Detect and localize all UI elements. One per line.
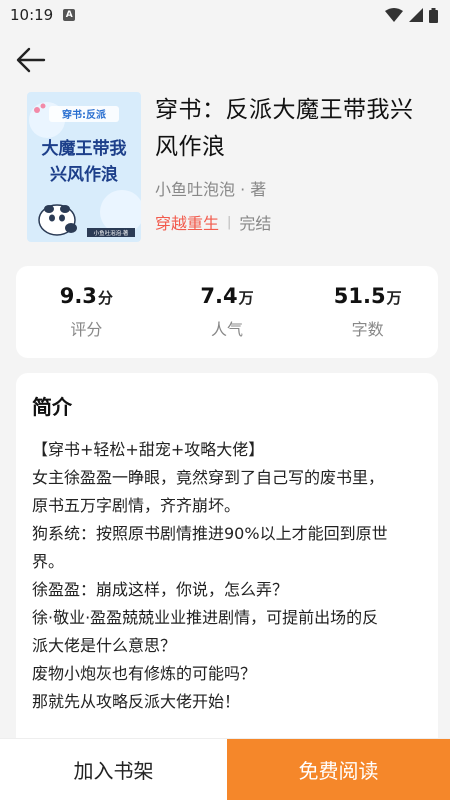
status-bar: 10:19 A xyxy=(0,0,450,30)
stat-popularity: 7.4万 人气 xyxy=(157,284,298,340)
synopsis-heading: 简介 xyxy=(32,395,72,419)
book-author[interactable]: 小鱼吐泡泡 · 著 xyxy=(155,176,434,200)
free-read-button[interactable]: 免费阅读 xyxy=(227,739,450,800)
synopsis-line: 派大佬是什么意思？ xyxy=(32,636,177,655)
tag-separator: | xyxy=(227,214,232,230)
back-arrow-icon xyxy=(16,47,46,73)
back-button[interactable] xyxy=(14,43,48,77)
synopsis-line: 徐盈盈：崩成这样，你说，怎么弄？ xyxy=(32,580,289,599)
popularity-label: 人气 xyxy=(211,320,244,339)
add-to-shelf-button[interactable]: 加入书架 xyxy=(0,739,227,800)
rating-label: 评分 xyxy=(70,320,103,339)
synopsis-line: 女主徐盈盈一睁眼，竟然穿到了自己写的废书里， xyxy=(32,468,385,487)
word-count-value: 51.5 xyxy=(333,284,386,308)
notification-icon: A xyxy=(63,9,76,21)
status-time: 10:19 xyxy=(10,6,54,24)
battery-icon xyxy=(429,7,438,23)
wifi-icon xyxy=(385,8,403,22)
synopsis-line: 界。 xyxy=(32,552,65,571)
book-header: 穿书:反派 大魔王带我 兴风作浪 小鱼吐泡泡·著 穿书：反派大魔王带我兴风作浪 … xyxy=(0,90,450,250)
word-count-label: 字数 xyxy=(351,320,384,339)
synopsis-line: 那就先从攻略反派大佬开始！ xyxy=(32,692,241,711)
word-count-unit: 万 xyxy=(386,289,402,307)
cover-main-line1: 大魔王带我 xyxy=(42,138,127,159)
synopsis-line: 【穿书+轻松+甜宠+攻略大佬】 xyxy=(32,440,265,459)
bottom-action-bar: 加入书架 免费阅读 xyxy=(0,738,450,800)
status-tag: 完结 xyxy=(239,214,272,233)
cover-author-text: 小鱼吐泡泡·著 xyxy=(94,229,129,237)
book-tags: 穿越重生 | 完结 xyxy=(155,210,434,234)
stat-word-count: 51.5万 字数 xyxy=(297,284,438,340)
stats-card: 9.3分 评分 7.4万 人气 51.5万 字数 xyxy=(16,266,438,358)
popularity-unit: 万 xyxy=(238,289,254,307)
cover-top-text: 穿书:反派 xyxy=(62,108,107,121)
rating-value: 9.3 xyxy=(59,284,97,308)
cover-illustration: 穿书:反派 大魔王带我 兴风作浪 小鱼吐泡泡·著 xyxy=(27,92,141,242)
synopsis-line: 原书五万字剧情，齐齐崩坏。 xyxy=(32,496,241,515)
book-cover[interactable]: 穿书:反派 大魔王带我 兴风作浪 小鱼吐泡泡·著 xyxy=(27,92,141,242)
synopsis-card: 简介 【穿书+轻松+甜宠+攻略大佬】 女主徐盈盈一睁眼，竟然穿到了自己写的废书里… xyxy=(16,373,438,753)
popularity-value: 7.4 xyxy=(200,284,238,308)
synopsis-line: 废物小炮灰也有修炼的可能吗？ xyxy=(32,664,257,683)
signal-icon xyxy=(409,8,423,22)
synopsis-line: 狗系统：按照原书剧情推进90%以上才能回到原世 xyxy=(32,524,388,543)
stat-rating: 9.3分 评分 xyxy=(16,284,157,340)
rating-unit: 分 xyxy=(97,289,113,307)
book-info: 穿书：反派大魔王带我兴风作浪 小鱼吐泡泡 · 著 穿越重生 | 完结 xyxy=(155,90,434,250)
top-bar xyxy=(0,30,450,90)
synopsis-line: 徐·敬业·盈盈兢兢业业推进剧情，可提前出场的反 xyxy=(32,608,379,627)
book-title: 穿书：反派大魔王带我兴风作浪 xyxy=(155,97,414,160)
cover-main-line2: 兴风作浪 xyxy=(50,164,118,185)
genre-tag[interactable]: 穿越重生 xyxy=(155,210,219,234)
